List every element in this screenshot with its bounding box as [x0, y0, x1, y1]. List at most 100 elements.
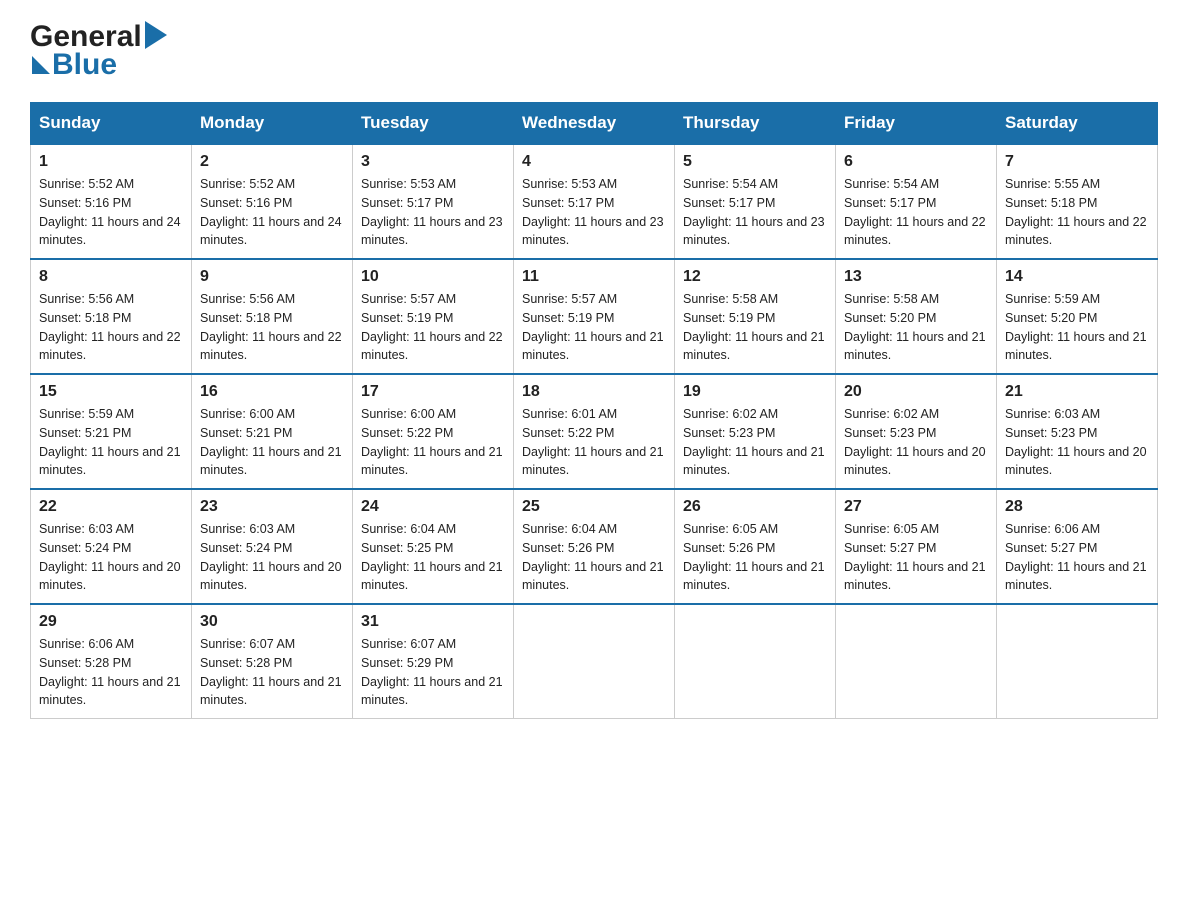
calendar-cell [514, 604, 675, 719]
day-number: 16 [200, 383, 344, 401]
day-info: Sunrise: 5:53 AMSunset: 5:17 PMDaylight:… [361, 175, 505, 250]
calendar-cell [997, 604, 1158, 719]
day-info: Sunrise: 5:54 AMSunset: 5:17 PMDaylight:… [683, 175, 827, 250]
day-number: 21 [1005, 383, 1149, 401]
day-number: 28 [1005, 498, 1149, 516]
day-info: Sunrise: 5:52 AMSunset: 5:16 PMDaylight:… [200, 175, 344, 250]
calendar-cell: 2 Sunrise: 5:52 AMSunset: 5:16 PMDaylight… [192, 144, 353, 259]
calendar-cell: 10 Sunrise: 5:57 AMSunset: 5:19 PMDayligh… [353, 259, 514, 374]
day-info: Sunrise: 6:04 AMSunset: 5:26 PMDaylight:… [522, 520, 666, 595]
day-info: Sunrise: 6:03 AMSunset: 5:24 PMDaylight:… [39, 520, 183, 595]
day-number: 7 [1005, 153, 1149, 171]
day-info: Sunrise: 6:04 AMSunset: 5:25 PMDaylight:… [361, 520, 505, 595]
header-tuesday: Tuesday [353, 103, 514, 145]
calendar-cell: 14 Sunrise: 5:59 AMSunset: 5:20 PMDayligh… [997, 259, 1158, 374]
day-number: 24 [361, 498, 505, 516]
calendar-cell: 22 Sunrise: 6:03 AMSunset: 5:24 PMDayligh… [31, 489, 192, 604]
day-number: 23 [200, 498, 344, 516]
day-info: Sunrise: 6:02 AMSunset: 5:23 PMDaylight:… [683, 405, 827, 480]
day-number: 10 [361, 268, 505, 286]
day-number: 9 [200, 268, 344, 286]
day-info: Sunrise: 6:05 AMSunset: 5:26 PMDaylight:… [683, 520, 827, 595]
day-number: 12 [683, 268, 827, 286]
calendar-cell: 23 Sunrise: 6:03 AMSunset: 5:24 PMDayligh… [192, 489, 353, 604]
week-row-1: 1 Sunrise: 5:52 AMSunset: 5:16 PMDaylight… [31, 144, 1158, 259]
day-info: Sunrise: 5:57 AMSunset: 5:19 PMDaylight:… [361, 290, 505, 365]
calendar-cell: 20 Sunrise: 6:02 AMSunset: 5:23 PMDayligh… [836, 374, 997, 489]
day-info: Sunrise: 5:58 AMSunset: 5:20 PMDaylight:… [844, 290, 988, 365]
day-number: 30 [200, 613, 344, 631]
day-info: Sunrise: 6:05 AMSunset: 5:27 PMDaylight:… [844, 520, 988, 595]
calendar-cell: 5Sunrise: 5:54 AMSunset: 5:17 PMDaylight… [675, 144, 836, 259]
calendar-cell: 31Sunrise: 6:07 AMSunset: 5:29 PMDayligh… [353, 604, 514, 719]
calendar-cell: 30 Sunrise: 6:07 AMSunset: 5:28 PMDayligh… [192, 604, 353, 719]
calendar-cell: 17 Sunrise: 6:00 AMSunset: 5:22 PMDayligh… [353, 374, 514, 489]
day-info: Sunrise: 5:58 AMSunset: 5:19 PMDaylight:… [683, 290, 827, 365]
logo-blue: Blue [52, 48, 117, 82]
day-info: Sunrise: 5:59 AMSunset: 5:20 PMDaylight:… [1005, 290, 1149, 365]
calendar-cell: 9Sunrise: 5:56 AMSunset: 5:18 PMDaylight… [192, 259, 353, 374]
day-info: Sunrise: 6:01 AMSunset: 5:22 PMDaylight:… [522, 405, 666, 480]
day-info: Sunrise: 6:06 AMSunset: 5:28 PMDaylight:… [39, 635, 183, 710]
header-thursday: Thursday [675, 103, 836, 145]
calendar-cell: 13 Sunrise: 5:58 AMSunset: 5:20 PMDayligh… [836, 259, 997, 374]
calendar-cell: 29 Sunrise: 6:06 AMSunset: 5:28 PMDayligh… [31, 604, 192, 719]
day-number: 18 [522, 383, 666, 401]
day-info: Sunrise: 6:03 AMSunset: 5:23 PMDaylight:… [1005, 405, 1149, 480]
day-info: Sunrise: 5:56 AMSunset: 5:18 PMDaylight:… [39, 290, 183, 365]
day-number: 19 [683, 383, 827, 401]
logo: General Blue [30, 20, 167, 82]
calendar-cell: 15 Sunrise: 5:59 AMSunset: 5:21 PMDayligh… [31, 374, 192, 489]
day-number: 2 [200, 153, 344, 171]
header-saturday: Saturday [997, 103, 1158, 145]
day-info: Sunrise: 6:00 AMSunset: 5:21 PMDaylight:… [200, 405, 344, 480]
calendar-cell [675, 604, 836, 719]
day-number: 1 [39, 153, 183, 171]
week-row-5: 29 Sunrise: 6:06 AMSunset: 5:28 PMDayligh… [31, 604, 1158, 719]
day-info: Sunrise: 5:57 AMSunset: 5:19 PMDaylight:… [522, 290, 666, 365]
header-monday: Monday [192, 103, 353, 145]
calendar-cell: 1 Sunrise: 5:52 AMSunset: 5:16 PMDaylight… [31, 144, 192, 259]
day-number: 25 [522, 498, 666, 516]
header-friday: Friday [836, 103, 997, 145]
day-info: Sunrise: 5:53 AMSunset: 5:17 PMDaylight:… [522, 175, 666, 250]
calendar-cell: 4Sunrise: 5:53 AMSunset: 5:17 PMDaylight… [514, 144, 675, 259]
header-sunday: Sunday [31, 103, 192, 145]
day-info: Sunrise: 5:54 AMSunset: 5:17 PMDaylight:… [844, 175, 988, 250]
day-info: Sunrise: 5:55 AMSunset: 5:18 PMDaylight:… [1005, 175, 1149, 250]
day-info: Sunrise: 5:59 AMSunset: 5:21 PMDaylight:… [39, 405, 183, 480]
day-info: Sunrise: 6:06 AMSunset: 5:27 PMDaylight:… [1005, 520, 1149, 595]
day-number: 27 [844, 498, 988, 516]
day-info: Sunrise: 5:52 AMSunset: 5:16 PMDaylight:… [39, 175, 183, 250]
day-number: 22 [39, 498, 183, 516]
calendar-cell: 3 Sunrise: 5:53 AMSunset: 5:17 PMDaylight… [353, 144, 514, 259]
day-info: Sunrise: 6:00 AMSunset: 5:22 PMDaylight:… [361, 405, 505, 480]
logo-triangle-icon [32, 56, 50, 74]
calendar-cell: 16 Sunrise: 6:00 AMSunset: 5:21 PMDayligh… [192, 374, 353, 489]
week-row-3: 15 Sunrise: 5:59 AMSunset: 5:21 PMDayligh… [31, 374, 1158, 489]
calendar-cell: 6Sunrise: 5:54 AMSunset: 5:17 PMDaylight… [836, 144, 997, 259]
calendar-table: SundayMondayTuesdayWednesdayThursdayFrid… [30, 102, 1158, 719]
day-number: 3 [361, 153, 505, 171]
day-info: Sunrise: 6:03 AMSunset: 5:24 PMDaylight:… [200, 520, 344, 595]
day-number: 15 [39, 383, 183, 401]
day-number: 14 [1005, 268, 1149, 286]
calendar-cell: 18 Sunrise: 6:01 AMSunset: 5:22 PMDayligh… [514, 374, 675, 489]
header-wednesday: Wednesday [514, 103, 675, 145]
calendar-cell: 26 Sunrise: 6:05 AMSunset: 5:26 PMDayligh… [675, 489, 836, 604]
day-info: Sunrise: 6:02 AMSunset: 5:23 PMDaylight:… [844, 405, 988, 480]
calendar-cell: 11Sunrise: 5:57 AMSunset: 5:19 PMDayligh… [514, 259, 675, 374]
day-number: 17 [361, 383, 505, 401]
calendar-cell: 25 Sunrise: 6:04 AMSunset: 5:26 PMDayligh… [514, 489, 675, 604]
logo-arrow-icon [145, 21, 167, 49]
page-header: General Blue [30, 20, 1158, 82]
calendar-cell: 8Sunrise: 5:56 AMSunset: 5:18 PMDaylight… [31, 259, 192, 374]
calendar-cell [836, 604, 997, 719]
day-number: 29 [39, 613, 183, 631]
day-info: Sunrise: 6:07 AMSunset: 5:28 PMDaylight:… [200, 635, 344, 710]
day-number: 13 [844, 268, 988, 286]
calendar-cell: 21 Sunrise: 6:03 AMSunset: 5:23 PMDayligh… [997, 374, 1158, 489]
day-number: 26 [683, 498, 827, 516]
day-number: 20 [844, 383, 988, 401]
calendar-cell: 24 Sunrise: 6:04 AMSunset: 5:25 PMDayligh… [353, 489, 514, 604]
